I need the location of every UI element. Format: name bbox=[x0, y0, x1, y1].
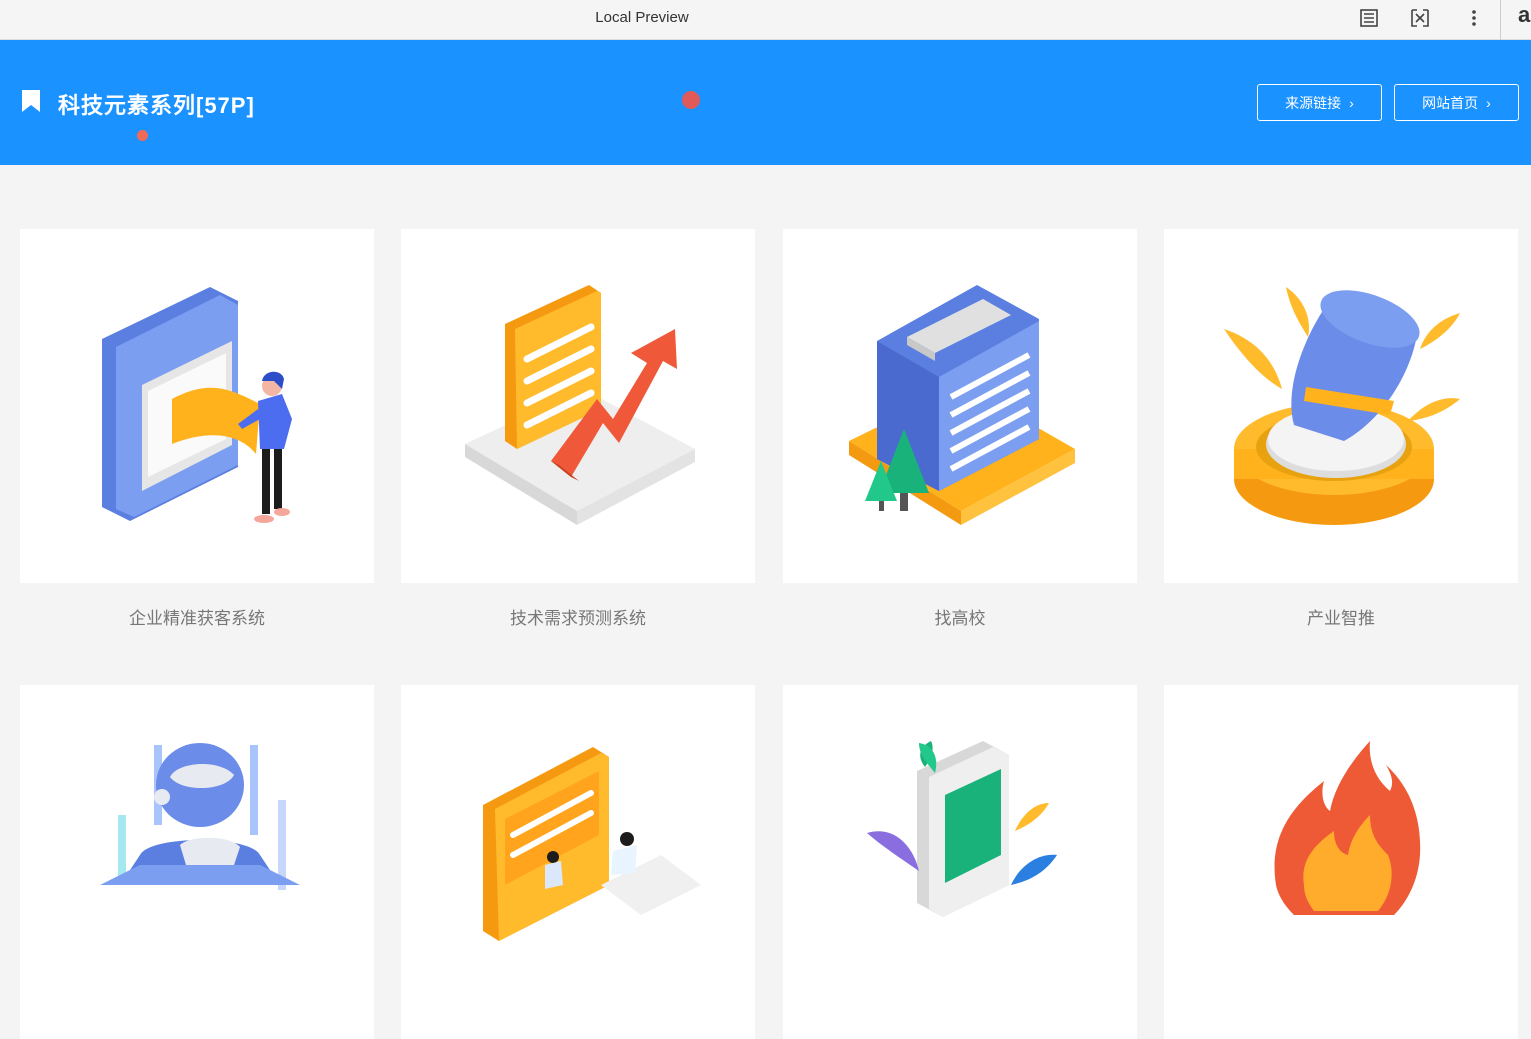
browser-toolbar: Local Preview a bbox=[0, 0, 1531, 40]
bookmark-icon bbox=[22, 90, 40, 112]
reader-icon[interactable] bbox=[1357, 6, 1381, 30]
grid-card[interactable] bbox=[783, 685, 1137, 1039]
tablet-person-illustration bbox=[102, 287, 292, 523]
building-trees-illustration bbox=[849, 285, 1075, 525]
grid-card[interactable] bbox=[1164, 229, 1518, 583]
source-link-button[interactable]: 来源链接 › bbox=[1257, 84, 1382, 121]
phone-splash-illustration bbox=[867, 741, 1057, 917]
grid-card[interactable] bbox=[401, 229, 755, 583]
card-caption: 产业智推 bbox=[1307, 609, 1375, 629]
grid-card[interactable] bbox=[783, 229, 1137, 583]
browser-title: Local Preview bbox=[595, 9, 689, 26]
toolbar-divider bbox=[1500, 0, 1501, 40]
page-header: 科技元素系列[57P] 来源链接 › 网站首页 › bbox=[0, 40, 1531, 165]
robot-illustration bbox=[100, 743, 300, 890]
grid-card[interactable] bbox=[20, 229, 374, 583]
profile-letter[interactable]: a bbox=[1518, 2, 1530, 28]
extension-icon[interactable] bbox=[1408, 6, 1432, 30]
source-link-label: 来源链接 bbox=[1285, 94, 1342, 111]
decorative-dot bbox=[682, 91, 700, 109]
card-caption: 技术需求预测系统 bbox=[510, 609, 646, 629]
flame-illustration bbox=[1274, 741, 1421, 915]
card-caption: 找高校 bbox=[934, 609, 986, 629]
grid-card[interactable] bbox=[1164, 685, 1518, 1039]
chevron-right-icon: › bbox=[1486, 94, 1491, 111]
site-home-button[interactable]: 网站首页 › bbox=[1394, 84, 1519, 121]
card-caption: 企业精准获客系统 bbox=[129, 609, 265, 629]
decorative-dot bbox=[137, 130, 148, 141]
page-title: 科技元素系列[57P] bbox=[58, 93, 255, 118]
document-people-illustration bbox=[483, 747, 701, 941]
spotlight-splash-illustration bbox=[1224, 287, 1460, 525]
grid-card[interactable] bbox=[401, 685, 755, 1039]
grid-card[interactable] bbox=[20, 685, 374, 1039]
site-home-label: 网站首页 bbox=[1422, 94, 1479, 111]
document-growth-arrow-illustration bbox=[465, 285, 695, 525]
chevron-right-icon: › bbox=[1349, 94, 1354, 111]
more-menu-icon[interactable] bbox=[1462, 6, 1486, 30]
